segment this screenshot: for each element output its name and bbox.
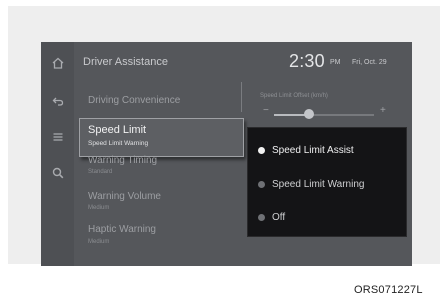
page-title: Driver Assistance <box>83 56 168 68</box>
menu-icon[interactable] <box>49 128 67 146</box>
clock-ampm: PM <box>330 59 341 66</box>
option-label: Speed Limit Assist <box>272 144 354 156</box>
home-icon[interactable] <box>49 54 67 72</box>
offset-label: Speed Limit Offset (km/h) <box>260 93 328 99</box>
figure: Driver Assistance 2:30 PM Fri, Oct. 29 D… <box>0 0 447 304</box>
menu-item-driving-convenience[interactable]: Driving Convenience <box>88 95 180 106</box>
slider-handle[interactable] <box>304 109 314 119</box>
back-icon[interactable] <box>49 92 67 110</box>
option-label: Speed Limit Warning <box>272 178 365 190</box>
infotainment-screen: Driver Assistance 2:30 PM Fri, Oct. 29 D… <box>41 42 412 266</box>
offset-slider[interactable] <box>274 109 374 119</box>
scroll-divider <box>241 82 242 112</box>
figure-code: ORS071227L <box>354 284 423 296</box>
option-speed-limit-assist[interactable]: Speed Limit Assist <box>258 142 354 158</box>
menu-item-speed-limit[interactable]: Speed Limit Speed Limit Warning <box>79 118 244 157</box>
menu-item-label: Speed Limit <box>88 124 147 136</box>
menu-item-warning-volume[interactable]: Warning Volume <box>88 191 161 202</box>
menu-item-value: Standard <box>88 169 113 175</box>
radio-unselected-icon <box>258 213 265 221</box>
speed-limit-popup: Speed Limit Assist Speed Limit Warning O… <box>247 127 407 237</box>
offset-plus-button[interactable]: + <box>380 105 386 116</box>
option-off[interactable]: Off <box>258 209 285 225</box>
clock-date: Fri, Oct. 29 <box>352 59 387 66</box>
clock-time: 2:30 <box>289 51 325 71</box>
menu-item-warning-timing[interactable]: Warning Timing <box>88 155 157 166</box>
radio-unselected-icon <box>258 180 265 188</box>
radio-selected-icon <box>258 146 265 154</box>
search-icon[interactable] <box>49 164 67 182</box>
left-sidebar <box>41 42 74 266</box>
menu-item-value: Medium <box>88 239 110 245</box>
option-label: Off <box>272 211 286 223</box>
offset-minus-button[interactable]: − <box>263 105 269 116</box>
menu-item-value: Speed Limit Warning <box>88 140 149 147</box>
menu-item-value: Medium <box>88 205 110 211</box>
option-speed-limit-warning[interactable]: Speed Limit Warning <box>258 176 364 192</box>
menu-item-haptic-warning[interactable]: Haptic Warning <box>88 224 156 235</box>
